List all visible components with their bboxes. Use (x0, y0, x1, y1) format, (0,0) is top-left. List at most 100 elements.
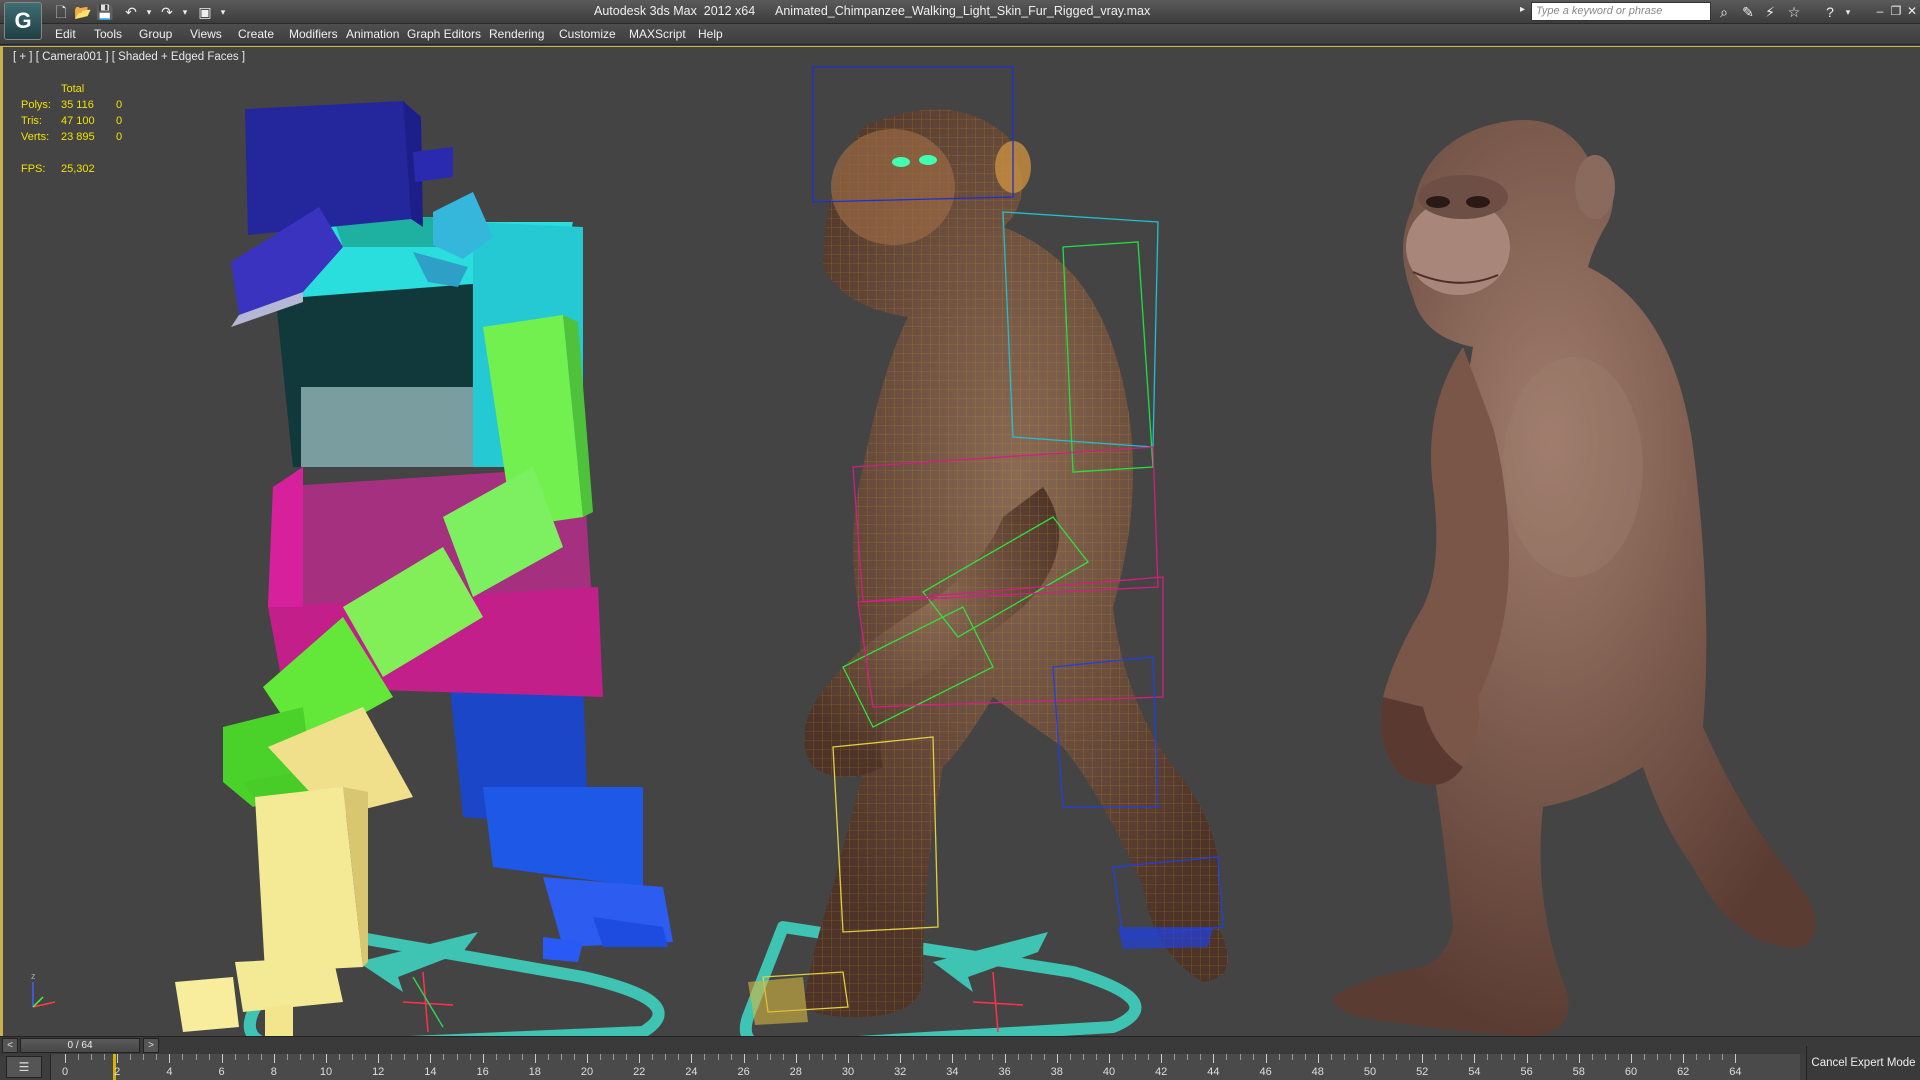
ruler-minor-tick (1591, 1054, 1593, 1060)
menu-create[interactable]: Create (238, 27, 274, 41)
redo-icon[interactable]: ↷ (158, 3, 176, 21)
open-mini-curve-editor-icon[interactable]: ☰ (6, 1056, 42, 1078)
stats-tris-selected: 0 (116, 115, 123, 127)
restore-icon[interactable]: ❐ (1888, 3, 1904, 19)
ruler-minor-tick (1304, 1054, 1306, 1060)
ruler-major-tick (1526, 1054, 1528, 1063)
ruler-minor-tick (104, 1054, 106, 1060)
ruler-tick-label: 46 (1259, 1066, 1272, 1078)
ruler-minor-tick (508, 1054, 510, 1060)
ruler-minor-tick (808, 1054, 810, 1060)
favorites-star-icon[interactable]: ☆ (1784, 2, 1804, 22)
stats-polys-total: 35 116 (61, 99, 94, 111)
ruler-tick-label: 24 (685, 1066, 698, 1078)
minimize-icon[interactable]: – (1872, 3, 1888, 19)
undo-icon[interactable]: ↶ (122, 3, 140, 21)
subscription-center-icon[interactable]: ✎ (1738, 2, 1758, 22)
ruler-tick-label: 28 (789, 1066, 802, 1078)
ruler-minor-tick (704, 1054, 706, 1060)
ruler-major-tick (1317, 1054, 1319, 1063)
ruler-tick-label: 26 (737, 1066, 750, 1078)
ruler-minor-tick (260, 1054, 262, 1060)
ruler-minor-tick (1226, 1054, 1228, 1060)
search-expand-icon[interactable]: ▸ (1520, 4, 1525, 15)
ruler-tick-label: 62 (1677, 1066, 1690, 1078)
ruler-minor-tick (1696, 1054, 1698, 1060)
new-file-icon[interactable]: 🗋 (52, 3, 70, 21)
time-slider-thumb[interactable]: 0 / 64 (20, 1038, 140, 1053)
stats-fps-label: FPS: (21, 163, 46, 175)
camera-viewport[interactable]: z [ + ] [ Camera001 ] [ Shaded + Edged F… (0, 46, 1920, 1036)
frame-ruler[interactable]: 0 2 4 6 8 10 12 14 16 18 20 22 24 26 28 30 32 34 36 38 40 42 4… (50, 1054, 1800, 1080)
ruler-minor-tick (1095, 1054, 1097, 1060)
ruler-minor-tick (874, 1054, 876, 1060)
ruler-major-tick (273, 1054, 275, 1063)
project-folder-icon[interactable]: ▣ (196, 3, 214, 21)
ruler-minor-tick (1448, 1054, 1450, 1060)
ruler-minor-tick (1017, 1054, 1019, 1060)
ruler-tick-label: 38 (1050, 1066, 1063, 1078)
ruler-minor-tick (312, 1054, 314, 1060)
close-icon[interactable]: ✕ (1904, 3, 1920, 19)
ruler-tick-label: 36 (998, 1066, 1011, 1078)
ruler-major-tick (639, 1054, 641, 1063)
ruler-major-tick (1578, 1054, 1580, 1063)
open-file-icon[interactable]: 📂 (74, 3, 92, 21)
ruler-tick-label: 52 (1416, 1066, 1429, 1078)
quick-access-dropdown-icon[interactable]: ▾ (214, 3, 232, 21)
communication-center-icon[interactable]: ⚡ (1760, 2, 1780, 22)
menu-help[interactable]: Help (698, 27, 723, 41)
ruler-minor-tick (247, 1054, 249, 1060)
menu-maxscript[interactable]: MAXScript (629, 27, 686, 41)
ruler-minor-tick (1709, 1054, 1711, 1060)
redo-dropdown-icon[interactable]: ▾ (176, 3, 194, 21)
ruler-major-tick (1631, 1054, 1632, 1063)
undo-dropdown-icon[interactable]: ▾ (140, 3, 158, 21)
help-icon[interactable]: ? (1820, 2, 1840, 22)
scene-render: z (31, 66, 1816, 1036)
menu-views[interactable]: Views (190, 27, 222, 41)
time-slider-prev-button[interactable]: < (2, 1038, 18, 1053)
ruler-tick-label: 4 (166, 1066, 173, 1078)
ruler-minor-tick (1409, 1054, 1411, 1060)
ruler-tick-label: 12 (372, 1066, 385, 1078)
ruler-minor-tick (1343, 1054, 1345, 1060)
search-input[interactable]: Type a keyword or phrase (1531, 2, 1711, 21)
ruler-minor-tick (1487, 1054, 1489, 1060)
ruler-minor-tick (1043, 1054, 1045, 1060)
ruler-minor-tick (521, 1054, 523, 1060)
ruler-minor-tick (1657, 1054, 1659, 1060)
save-file-icon[interactable]: 💾 (96, 3, 114, 21)
ruler-minor-tick (1356, 1054, 1358, 1060)
ruler-tick-label: 64 (1729, 1066, 1742, 1078)
menu-modifiers[interactable]: Modifiers (289, 27, 338, 41)
ruler-minor-tick (613, 1054, 615, 1060)
ruler-tick-label: 16 (476, 1066, 489, 1078)
ruler-major-tick (1265, 1054, 1267, 1063)
menu-group[interactable]: Group (139, 27, 172, 41)
ruler-minor-tick (1539, 1054, 1541, 1060)
ruler-major-tick (743, 1054, 745, 1063)
ruler-tick-label: 14 (424, 1066, 437, 1078)
time-slider[interactable]: < 0 / 64 > (0, 1036, 1920, 1054)
menu-rendering[interactable]: Rendering (489, 27, 544, 41)
ruler-minor-tick (678, 1054, 680, 1060)
time-slider-next-button[interactable]: > (143, 1038, 159, 1053)
menu-customize[interactable]: Customize (559, 27, 616, 41)
menu-graph-editors[interactable]: Graph Editors (407, 27, 481, 41)
menu-animation[interactable]: Animation (346, 27, 399, 41)
cancel-expert-mode-button[interactable]: Cancel Expert Mode (1806, 1046, 1920, 1080)
application-menu-button[interactable]: G (4, 2, 42, 40)
stats-polys-selected: 0 (116, 99, 123, 111)
binoculars-icon[interactable]: ⌕ (1714, 2, 1734, 22)
ruler-major-tick (1735, 1054, 1737, 1063)
viewport-label[interactable]: [ + ] [ Camera001 ] [ Shaded + Edged Fac… (13, 51, 245, 63)
menu-edit[interactable]: Edit (55, 27, 76, 41)
ruler-major-tick (1474, 1054, 1476, 1063)
menu-tools[interactable]: Tools (94, 27, 122, 41)
ruler-minor-tick (1565, 1054, 1567, 1060)
ruler-major-tick (1370, 1054, 1371, 1063)
stats-tris-label: Tris: (21, 115, 42, 127)
help-dropdown-icon[interactable]: ▾ (1838, 2, 1858, 22)
rendered-chimpanzee-model (1333, 120, 1816, 1036)
